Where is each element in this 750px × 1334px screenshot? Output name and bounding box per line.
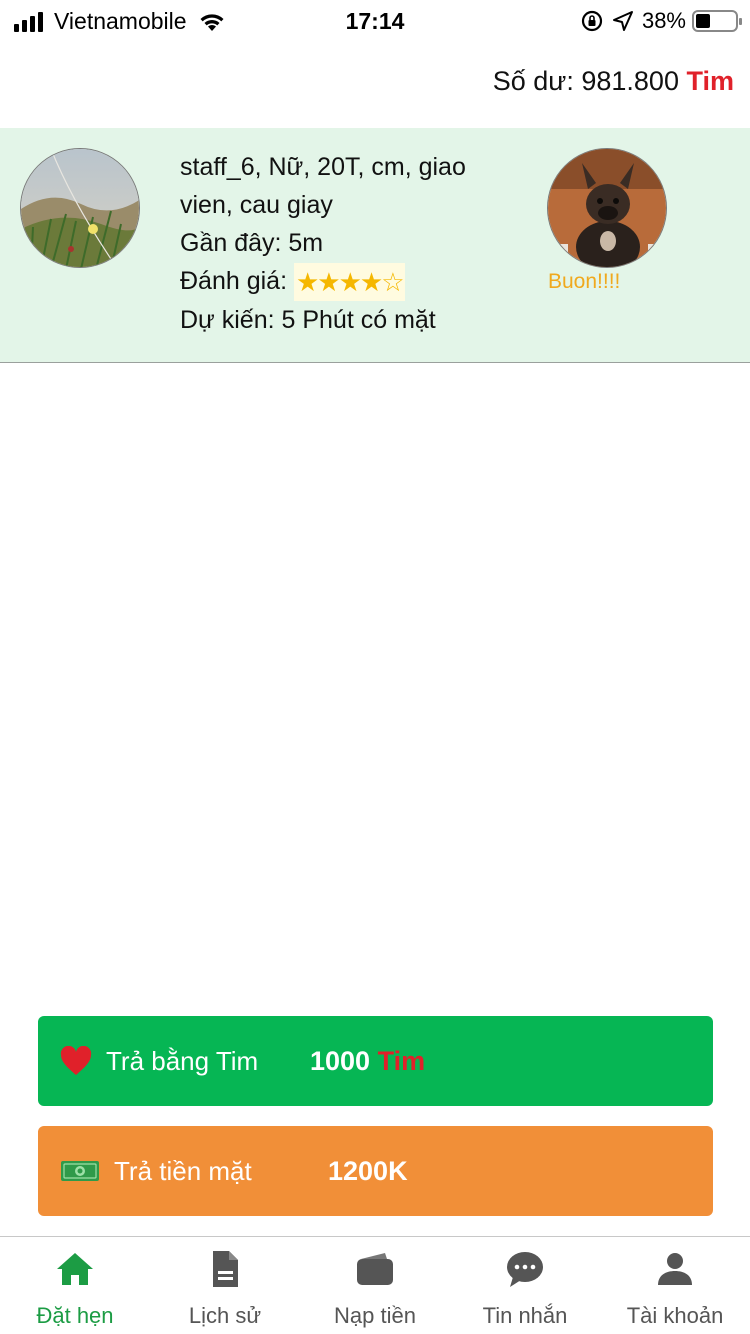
- pay-tim-currency: Tim: [377, 1045, 426, 1076]
- customer-avatar: [20, 148, 140, 268]
- rating-stars: ★★★★☆: [293, 263, 405, 302]
- home-icon: [57, 1253, 93, 1285]
- star-icon: ★: [338, 267, 362, 298]
- tab-topup-label: Nạp tiền: [334, 1303, 416, 1328]
- tab-booking-label: Đặt hẹn: [36, 1303, 114, 1328]
- status-bar: Vietnamobile 17:14 38%: [0, 0, 750, 42]
- tab-booking[interactable]: Đặt hẹn: [0, 1237, 150, 1334]
- tab-account-label: Tài khoản: [626, 1303, 724, 1328]
- staff-name-line: staff_6, Nữ, 20T, cm, giao: [180, 153, 466, 181]
- location-icon: [612, 11, 633, 31]
- status-right: 38%: [580, 8, 742, 34]
- money-icon: [60, 1156, 100, 1186]
- balance-display: Số dư: 981.800 Tim: [493, 66, 734, 97]
- staff-location-line: vien, cau giay: [180, 191, 333, 219]
- staff-recent: Gần đây: 5m: [180, 229, 324, 257]
- star-icon: ★: [317, 267, 340, 298]
- staff-eta: Dự kiến: 5 Phút có mặt: [180, 306, 436, 335]
- star-icon: ★: [295, 267, 319, 298]
- balance-label: Số dư: 981.800: [492, 66, 679, 96]
- rotation-lock-icon: [581, 10, 603, 32]
- staff-avatar-image: [548, 149, 666, 267]
- pay-tim-label: Trả bằng Tim: [106, 1045, 259, 1076]
- staff-mood: Buon!!!!: [548, 270, 621, 293]
- tab-messages[interactable]: Tin nhắn: [450, 1237, 600, 1334]
- pay-tim-amount-value: 1000: [310, 1045, 371, 1076]
- staff-info: staff_6, Nữ, 20T, cm, giao vien, cau gia…: [180, 148, 520, 339]
- staff-rating-row: Đánh giá: ★★★★☆: [180, 262, 520, 302]
- pay-cash-button[interactable]: Trả tiền mặt 1200K: [38, 1126, 713, 1216]
- tab-history[interactable]: Lịch sử: [150, 1237, 300, 1334]
- wallet-icon: [357, 1253, 393, 1285]
- staff-card[interactable]: staff_6, Nữ, 20T, cm, giao vien, cau gia…: [0, 128, 750, 363]
- balance-currency: Tim: [686, 66, 734, 96]
- pay-with-tim-button[interactable]: Trả bằng Tim 1000 Tim: [38, 1016, 713, 1106]
- staff-avatar[interactable]: [547, 148, 667, 268]
- heart-icon: [60, 1046, 92, 1076]
- pay-tim-amount: 1000 Tim: [310, 1046, 425, 1077]
- rating-label: Đánh giá:: [180, 267, 288, 295]
- bottom-tab-bar: Đặt hẹn Lịch sử Nạp tiền Tin nhắn Tài kh…: [0, 1236, 750, 1334]
- chat-icon: [507, 1252, 543, 1287]
- battery-percent: 38%: [641, 8, 686, 33]
- pay-cash-amount: 1200K: [328, 1155, 408, 1186]
- battery-icon: [692, 10, 742, 32]
- customer-avatar-image: [21, 149, 139, 267]
- user-icon: [658, 1253, 692, 1285]
- star-empty-icon: ☆: [381, 267, 404, 298]
- star-icon: ★: [359, 267, 383, 298]
- tab-messages-label: Tin nhắn: [482, 1303, 568, 1328]
- pay-cash-label: Trả tiền mặt: [114, 1155, 252, 1186]
- tab-account[interactable]: Tài khoản: [600, 1237, 750, 1334]
- document-icon: [213, 1251, 238, 1287]
- tab-topup[interactable]: Nạp tiền: [300, 1237, 450, 1334]
- tab-history-label: Lịch sử: [188, 1303, 262, 1328]
